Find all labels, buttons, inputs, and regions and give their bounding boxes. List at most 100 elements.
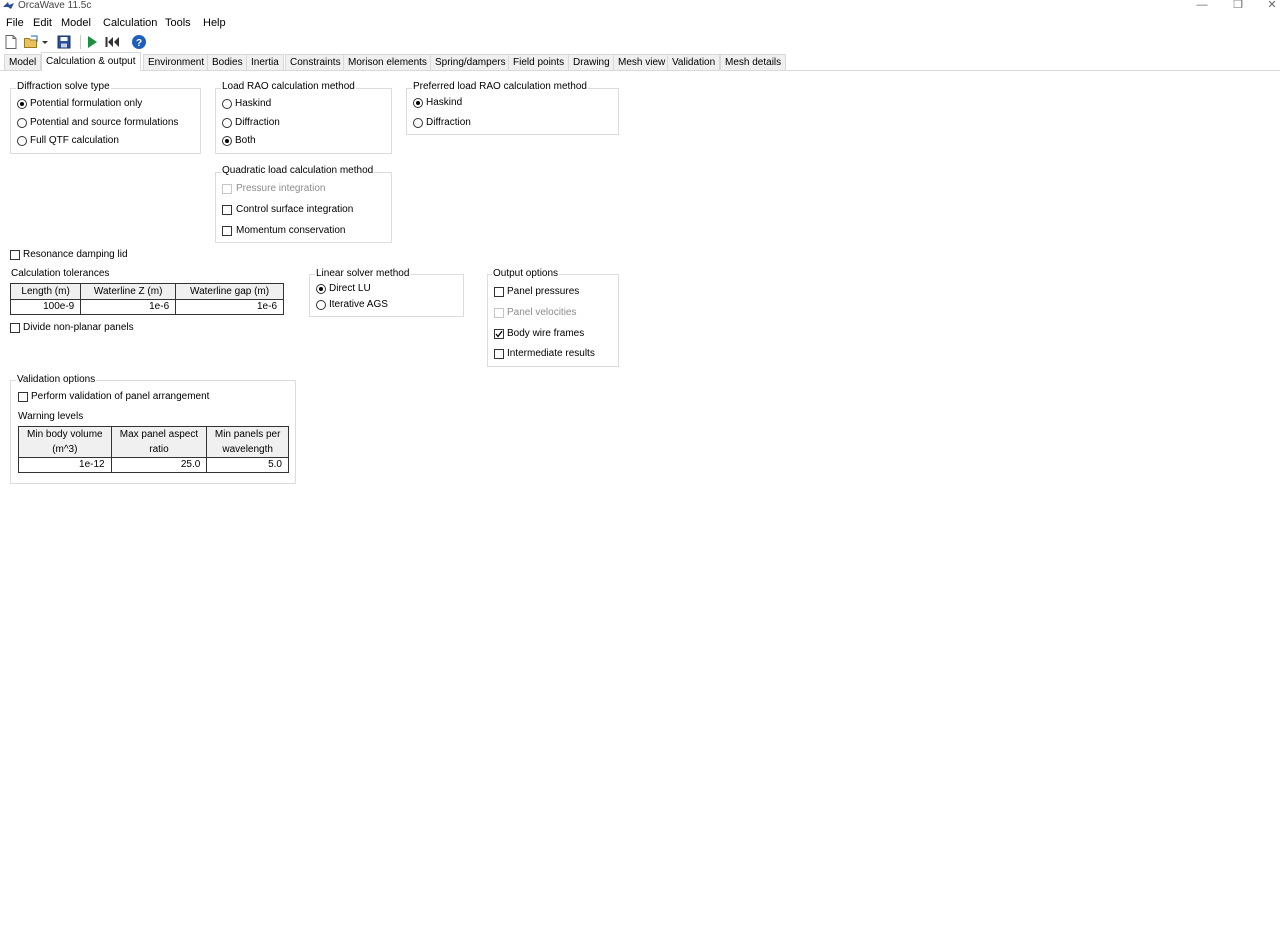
checkbox[interactable] — [222, 226, 232, 236]
radio-button[interactable] — [222, 118, 232, 128]
tab-mesh-view[interactable]: Mesh view — [613, 54, 671, 70]
tab-bodies[interactable]: Bodies — [207, 54, 248, 70]
radio-label: Potential formulation only — [30, 98, 143, 109]
radio-button[interactable] — [17, 136, 27, 146]
run-calculation-icon[interactable] — [84, 34, 100, 50]
preferred-load-rao-method-title: Preferred load RAO calculation method — [412, 81, 588, 93]
diffraction-solve-type-title: Diffraction solve type — [16, 81, 111, 93]
header-max-panel-aspect-ratio: Max panel aspect ratio — [110, 426, 208, 458]
grid-value-row: 1e-12 25.0 5.0 — [18, 457, 289, 473]
output-options-title: Output options — [492, 268, 560, 280]
radio-label: Iterative AGS — [329, 299, 388, 310]
cell-waterline-z[interactable]: 1e-6 — [80, 299, 177, 315]
header-waterline-gap: Waterline gap (m) — [175, 283, 284, 300]
save-icon[interactable] — [56, 34, 72, 50]
radio-button[interactable] — [222, 136, 232, 146]
checkbox[interactable] — [494, 349, 504, 359]
radio-label: Diffraction — [426, 117, 471, 128]
header-line: Min body volume — [27, 429, 103, 440]
cell-min-panels-per-wavelength[interactable]: 5.0 — [206, 457, 289, 473]
header-line: wavelength — [222, 444, 273, 455]
radio-label: Direct LU — [329, 283, 371, 294]
menu-edit[interactable]: Edit — [33, 16, 52, 30]
tab-validation[interactable]: Validation — [667, 54, 721, 70]
radio-button[interactable] — [17, 118, 27, 128]
svg-text:?: ? — [136, 38, 142, 49]
checkbox-label: Pressure integration — [236, 183, 326, 194]
checkbox-label: Momentum conservation — [236, 225, 346, 236]
checkbox-label: Control surface integration — [236, 204, 354, 215]
restore-button[interactable]: ❐ — [1228, 0, 1248, 12]
checkbox[interactable] — [10, 323, 20, 333]
radio-label: Both — [235, 135, 256, 146]
radio-label: Haskind — [235, 98, 272, 109]
radio-button[interactable] — [316, 284, 326, 294]
checkbox[interactable] — [494, 329, 504, 339]
radio-label: Potential and source formulations — [30, 117, 179, 128]
checkbox-label: Divide non-planar panels — [23, 322, 134, 333]
header-length: Length (m) — [9, 283, 82, 300]
menu-calculation[interactable]: Calculation — [103, 16, 157, 30]
tab-spring-dampers[interactable]: Spring/dampers — [430, 54, 511, 70]
tab-mesh-details[interactable]: Mesh details — [720, 54, 787, 70]
open-folder-icon[interactable] — [23, 34, 39, 50]
checkbox[interactable] — [494, 308, 504, 318]
checkbox-label: Panel velocities — [507, 307, 577, 318]
grid-value-row: 100e-9 1e-6 1e-6 — [9, 299, 284, 315]
radio-button[interactable] — [222, 99, 232, 109]
warning-levels-grid: Min body volume (m^3) Max panel aspect r… — [18, 426, 289, 473]
calculation-tolerances-label: Calculation tolerances — [11, 268, 110, 279]
checkbox-label: Body wire frames — [507, 328, 585, 339]
tab-morison-elements[interactable]: Morison elements — [343, 54, 432, 70]
radio-label: Full QTF calculation — [30, 135, 119, 146]
title-bar: OrcaWave 11.5c — ❐ ✕ — [0, 0, 1280, 13]
tab-calculation-output[interactable]: Calculation & output — [41, 52, 141, 71]
radio-button[interactable] — [316, 300, 326, 310]
menu-file[interactable]: File — [6, 16, 24, 30]
load-rao-method-title: Load RAO calculation method — [221, 81, 356, 93]
radio-button[interactable] — [413, 118, 423, 128]
header-line: Min panels per — [214, 429, 281, 440]
checkbox[interactable] — [222, 205, 232, 215]
toolbar-separator — [80, 35, 81, 49]
cell-max-panel-aspect-ratio[interactable]: 25.0 — [110, 457, 208, 473]
close-button[interactable]: ✕ — [1262, 0, 1280, 12]
grid-header-row: Min body volume (m^3) Max panel aspect r… — [18, 426, 289, 458]
tab-constraints[interactable]: Constraints — [285, 54, 346, 70]
tab-inertia[interactable]: Inertia — [246, 54, 284, 70]
window-title: OrcaWave 11.5c — [18, 0, 92, 11]
checkbox[interactable] — [494, 287, 504, 297]
header-line: (m^3) — [52, 444, 78, 455]
tab-field-points[interactable]: Field points — [508, 54, 570, 70]
cell-waterline-gap[interactable]: 1e-6 — [175, 299, 284, 315]
orcawave-app-icon — [3, 1, 15, 11]
minimize-button[interactable]: — — [1192, 0, 1212, 12]
checkbox-label: Panel pressures — [507, 286, 580, 297]
checkmark-icon — [495, 330, 503, 338]
grid-header-row: Length (m) Waterline Z (m) Waterline gap… — [9, 283, 284, 300]
tab-drawing[interactable]: Drawing — [568, 54, 615, 70]
header-min-panels-per-wavelength: Min panels per wavelength — [206, 426, 289, 458]
checkbox[interactable] — [222, 184, 232, 194]
new-file-icon[interactable] — [3, 34, 19, 50]
linear-solver-method-title: Linear solver method — [315, 268, 411, 280]
calculation-tolerances-grid: Length (m) Waterline Z (m) Waterline gap… — [9, 283, 284, 315]
tab-model[interactable]: Model — [4, 54, 42, 70]
radio-button[interactable] — [17, 99, 27, 109]
radio-button[interactable] — [413, 98, 423, 108]
tab-environment[interactable]: Environment — [143, 54, 210, 70]
checkbox[interactable] — [18, 392, 28, 402]
cell-min-body-volume[interactable]: 1e-12 — [18, 457, 112, 473]
reset-icon[interactable] — [104, 34, 120, 50]
cell-length[interactable]: 100e-9 — [9, 299, 82, 315]
menu-tools[interactable]: Tools — [165, 16, 191, 30]
checkbox-label: Intermediate results — [507, 348, 595, 359]
header-min-body-volume: Min body volume (m^3) — [18, 426, 112, 458]
help-icon[interactable]: ? — [131, 34, 147, 50]
menu-help[interactable]: Help — [203, 16, 226, 30]
header-line: ratio — [149, 444, 169, 455]
validation-options-title: Validation options — [16, 374, 97, 386]
checkbox[interactable] — [10, 250, 20, 260]
menu-model[interactable]: Model — [61, 16, 91, 30]
dropdown-arrow-icon[interactable] — [40, 34, 50, 50]
